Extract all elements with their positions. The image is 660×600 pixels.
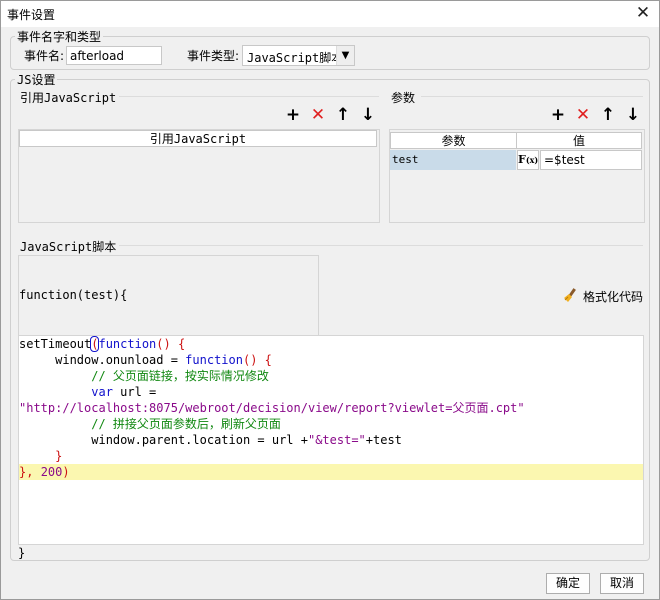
chevron-down-icon: ▼ — [336, 46, 354, 65]
param-value-cell[interactable]: =$test — [540, 150, 642, 170]
event-type-value: JavaScript脚本 — [247, 51, 344, 65]
code-line-8: } — [19, 449, 63, 463]
params-column-name: 参数 — [390, 132, 517, 149]
js-script-separator — [119, 245, 643, 246]
js-script-title: JavaScript脚本 — [20, 240, 117, 254]
add-param-icon[interactable]: + — [549, 106, 567, 124]
window-title: 事件设置 — [7, 8, 56, 22]
params-table: 参数 值 test F(x) =$test — [389, 129, 645, 223]
event-group-legend: 事件名字和类型 — [15, 28, 104, 45]
ref-js-list[interactable]: 引用JavaScript — [18, 129, 380, 223]
event-settings-dialog: 事件设置 ✕ 事件名字和类型 事件名: afterload 事件类型: Java… — [0, 0, 660, 600]
code-line-5: "http://localhost:8075/webroot/decision/… — [19, 401, 525, 415]
broom-icon — [562, 287, 578, 303]
close-icon[interactable]: ✕ — [633, 3, 653, 23]
ref-js-column-header: 引用JavaScript — [19, 130, 377, 147]
ref-js-title: 引用JavaScript — [20, 91, 117, 105]
code-line-9-current: }, 200) — [19, 464, 643, 480]
cancel-button[interactable]: 取消 — [600, 573, 644, 594]
add-ref-js-icon[interactable]: + — [284, 106, 302, 124]
params-separator — [421, 96, 643, 97]
code-line-3: // 父页面链接，按实际情况修改 — [19, 369, 269, 383]
params-title: 参数 — [391, 91, 416, 105]
move-up-param-icon[interactable]: ↑ — [599, 106, 617, 124]
code-line-1: setTimeout(function() { — [19, 336, 186, 352]
js-group-legend: JS设置 — [15, 71, 58, 88]
event-type-select[interactable]: JavaScript脚本 ▼ — [242, 45, 355, 66]
event-name-input[interactable]: afterload — [66, 46, 162, 65]
function-signature-panel: function(test){ — [18, 255, 319, 337]
code-editor[interactable]: setTimeout(function() { window.onunload … — [18, 335, 644, 545]
params-column-value: 值 — [516, 132, 642, 149]
remove-param-icon[interactable]: ✕ — [574, 106, 592, 124]
remove-ref-js-icon[interactable]: ✕ — [309, 106, 327, 124]
code-line-4: var url = — [91, 385, 157, 399]
move-up-ref-js-icon[interactable]: ↑ — [334, 106, 352, 124]
move-down-param-icon[interactable]: ↓ — [624, 106, 642, 124]
function-closing-brace: } — [18, 546, 26, 560]
function-signature: function(test){ — [19, 288, 128, 302]
move-down-ref-js-icon[interactable]: ↓ — [359, 106, 377, 124]
param-name-cell[interactable]: test — [390, 150, 516, 170]
ok-button[interactable]: 确定 — [546, 573, 590, 594]
code-line-6: // 拼接父页面参数后，刷新父页面 — [19, 417, 281, 431]
event-type-label: 事件类型: — [187, 49, 240, 63]
ref-js-separator — [119, 96, 379, 97]
format-code-label: 格式化代码 — [583, 290, 644, 304]
title-bar: 事件设置 ✕ — [1, 1, 659, 27]
code-line-2: window.onunload = function() { — [19, 353, 272, 367]
event-name-label: 事件名: — [24, 49, 65, 63]
formula-icon[interactable]: F(x) — [517, 150, 539, 170]
code-line-7: window.parent.location = url +"&test="+t… — [19, 433, 402, 447]
